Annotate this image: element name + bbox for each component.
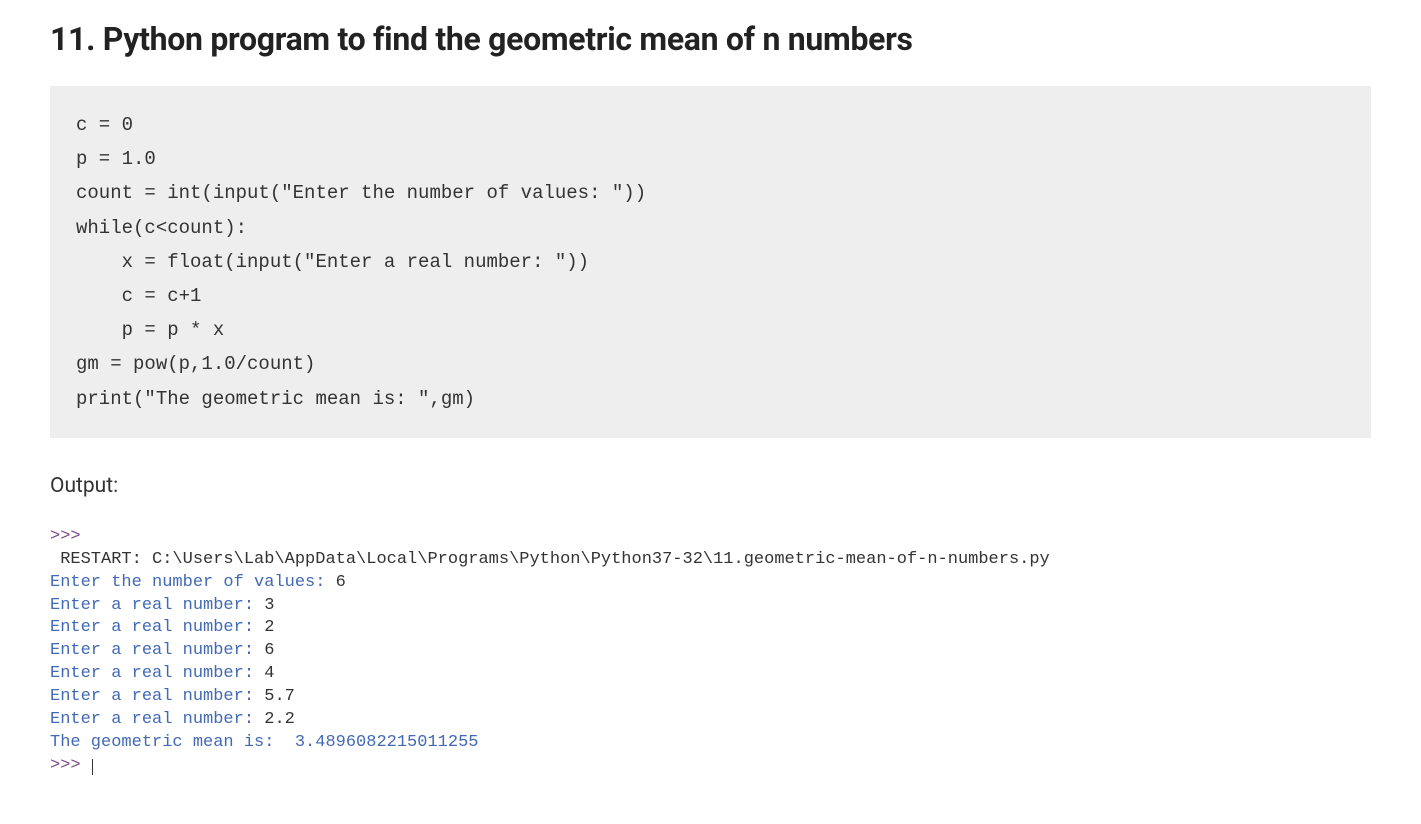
user-input: 2.2 bbox=[264, 710, 295, 729]
restart-line: RESTART: C:\Users\Lab\AppData\Local\Prog… bbox=[50, 550, 1050, 569]
prompt-text: Enter a real number: bbox=[50, 710, 264, 729]
output-label: Output: bbox=[50, 474, 1371, 498]
prompt-text: Enter a real number: bbox=[50, 664, 264, 683]
prompt-text: Enter a real number: bbox=[50, 687, 264, 706]
result-value: 3.4896082215011255 bbox=[295, 733, 479, 752]
user-input: 4 bbox=[264, 664, 274, 683]
user-input: 6 bbox=[264, 641, 274, 660]
user-input: 6 bbox=[336, 573, 346, 592]
prompt-text: Enter a real number: bbox=[50, 618, 264, 637]
section-heading: 11. Python program to find the geometric… bbox=[50, 20, 1371, 58]
python-prompt: >>> bbox=[50, 756, 91, 775]
terminal-output: >>> RESTART: C:\Users\Lab\AppData\Local\… bbox=[50, 526, 1371, 778]
user-input: 5.7 bbox=[264, 687, 295, 706]
python-prompt: >>> bbox=[50, 527, 91, 546]
user-input: 3 bbox=[264, 596, 274, 615]
result-label: The geometric mean is: bbox=[50, 733, 295, 752]
cursor-icon bbox=[92, 759, 93, 775]
code-block: c = 0 p = 1.0 count = int(input("Enter t… bbox=[50, 86, 1371, 438]
prompt-text: Enter the number of values: bbox=[50, 573, 336, 592]
prompt-text: Enter a real number: bbox=[50, 641, 264, 660]
user-input: 2 bbox=[264, 618, 274, 637]
prompt-text: Enter a real number: bbox=[50, 596, 264, 615]
